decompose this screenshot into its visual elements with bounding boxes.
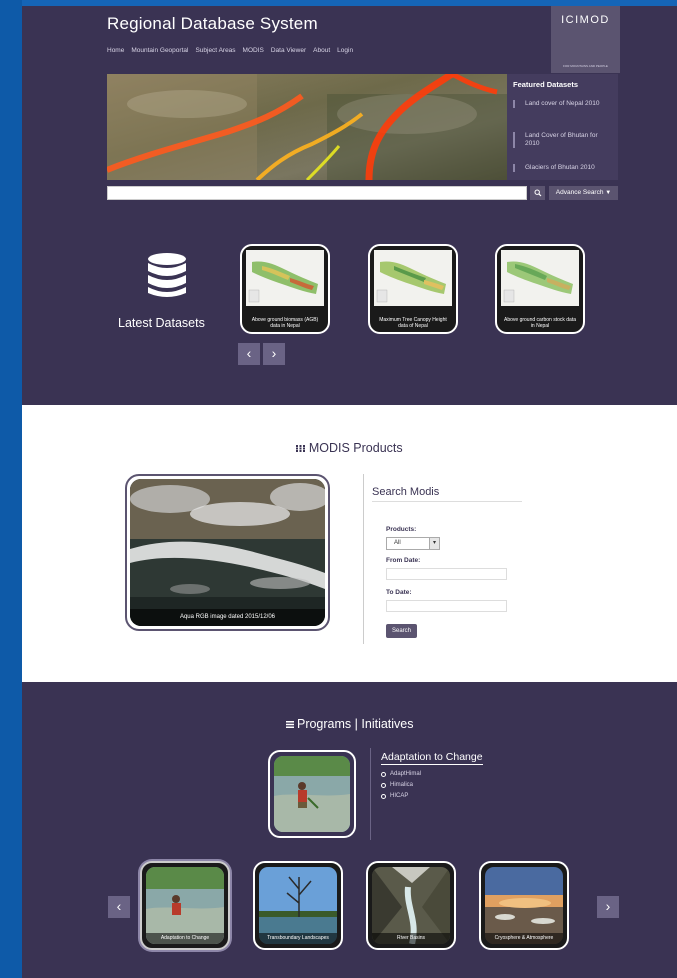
to-date-label: To Date: bbox=[386, 589, 412, 596]
program-card-caption: Adaptation to Change bbox=[146, 933, 224, 944]
programs-divider bbox=[370, 748, 371, 840]
nav-home[interactable]: Home bbox=[107, 47, 124, 54]
modis-satellite-image: Aqua RGB image dated 2015/12/06 bbox=[130, 479, 325, 626]
advance-search-button[interactable]: Advance Search ▼ bbox=[549, 186, 618, 200]
circle-bullet-icon bbox=[381, 771, 386, 777]
list-icon bbox=[285, 721, 294, 729]
program-bullet-label: Himalica bbox=[390, 782, 414, 788]
modis-products-title: MODIS Products bbox=[22, 441, 677, 455]
site-title[interactable]: Regional Database System bbox=[107, 14, 318, 34]
from-date-input[interactable] bbox=[386, 568, 507, 580]
program-card[interactable]: Cryosphere & Atmosphere bbox=[479, 861, 569, 950]
dataset-card[interactable]: Above ground biomass (AGB) data in Nepal bbox=[240, 244, 330, 334]
latest-prev-button[interactable]: ‹ bbox=[238, 343, 260, 365]
nav-data-viewer[interactable]: Data Viewer bbox=[271, 47, 306, 54]
search-modis-underline bbox=[372, 501, 522, 502]
dataset-card[interactable]: Maximum Tree Canopy Height data of Nepal bbox=[368, 244, 458, 334]
programs-prev-button[interactable]: ‹ bbox=[108, 896, 130, 918]
featured-datasets-panel: Featured Datasets Land cover of Nepal 20… bbox=[507, 74, 618, 180]
chevron-left-icon: ‹ bbox=[246, 345, 252, 361]
main-nav: Home Mountain Geoportal Subject Areas MO… bbox=[107, 47, 353, 54]
grid-icon bbox=[296, 445, 306, 453]
dataset-map-thumbnail bbox=[501, 250, 579, 306]
products-select[interactable]: All ▾ bbox=[386, 537, 440, 550]
dataset-caption: Maximum Tree Canopy Height data of Nepal bbox=[379, 317, 447, 329]
modis-title-text: MODIS Products bbox=[308, 441, 403, 455]
featured-item[interactable]: Glaciers of Bhutan 2010 bbox=[513, 164, 613, 172]
program-bullet-label: AdaptHimal bbox=[390, 771, 422, 777]
featured-program-title[interactable]: Adaptation to Change bbox=[381, 751, 483, 765]
products-label: Products: bbox=[386, 526, 417, 533]
initiatives-title-text: Initiatives bbox=[361, 717, 414, 731]
programs-title-separator: | bbox=[354, 717, 358, 731]
chevron-right-icon: › bbox=[271, 345, 277, 361]
programs-next-button[interactable]: › bbox=[597, 896, 619, 918]
from-date-label: From Date: bbox=[386, 557, 421, 564]
logo-text: ICIMOD bbox=[561, 14, 610, 26]
modis-image-frame[interactable]: Aqua RGB image dated 2015/12/06 bbox=[125, 474, 330, 631]
modis-divider bbox=[363, 474, 364, 644]
program-bullet-item[interactable]: HICAP bbox=[381, 793, 408, 799]
dataset-card[interactable]: Above ground carbon stock data in Nepal bbox=[495, 244, 585, 334]
chevron-left-icon: ‹ bbox=[116, 898, 122, 914]
circle-bullet-icon bbox=[381, 782, 386, 788]
program-bullet-label: HICAP bbox=[390, 793, 409, 799]
featured-datasets-title: Featured Datasets bbox=[513, 80, 579, 89]
program-card-caption: Cryosphere & Atmosphere bbox=[485, 933, 563, 944]
nav-about[interactable]: About bbox=[313, 47, 330, 54]
dataset-map-thumbnail bbox=[246, 250, 324, 306]
featured-item[interactable]: Land cover of Nepal 2010 bbox=[513, 100, 613, 108]
program-card[interactable]: River Basins bbox=[366, 861, 456, 950]
search-button[interactable] bbox=[530, 186, 545, 200]
nav-subject-areas[interactable]: Subject Areas bbox=[195, 47, 235, 54]
nav-modis[interactable]: MODIS bbox=[243, 47, 264, 54]
program-card-caption: River Basins bbox=[372, 933, 450, 944]
search-input[interactable] bbox=[107, 186, 527, 200]
database-icon bbox=[148, 253, 186, 297]
dataset-caption: Above ground carbon stock data in Nepal bbox=[504, 317, 576, 329]
chevron-right-icon: › bbox=[605, 898, 611, 914]
chevron-down-icon: ▼ bbox=[605, 190, 612, 196]
latest-next-button[interactable]: › bbox=[263, 343, 285, 365]
to-date-input[interactable] bbox=[386, 600, 507, 612]
icimod-logo[interactable]: ICIMOD FOR MOUNTAINS AND PEOPLE bbox=[551, 6, 620, 73]
nav-login[interactable]: Login bbox=[337, 47, 353, 54]
search-modis-title: Search Modis bbox=[372, 486, 440, 498]
products-selected-value: All bbox=[394, 540, 401, 546]
modis-image-caption: Aqua RGB image dated 2015/12/06 bbox=[130, 609, 325, 626]
logo-subtext: FOR MOUNTAINS AND PEOPLE bbox=[563, 64, 608, 68]
search-icon bbox=[534, 189, 541, 197]
program-card[interactable]: Adaptation to Change bbox=[140, 861, 230, 950]
nav-mountain-geoportal[interactable]: Mountain Geoportal bbox=[131, 47, 188, 54]
circle-bullet-icon bbox=[381, 793, 386, 799]
dataset-map-thumbnail bbox=[374, 250, 452, 306]
modis-search-button[interactable]: Search bbox=[386, 624, 417, 638]
advance-search-label: Advance Search bbox=[555, 189, 604, 196]
programs-title-text: Programs bbox=[296, 717, 352, 731]
hero-map-image bbox=[107, 74, 507, 180]
featured-item[interactable]: Land Cover of Bhutan for 2010 bbox=[513, 132, 613, 148]
chevron-down-icon: ▾ bbox=[429, 538, 439, 549]
page-frame: Regional Database System Home Mountain G… bbox=[22, 0, 677, 978]
program-card-caption: Transboundary Landscapes bbox=[259, 933, 337, 944]
program-bullet-item[interactable]: Himalica bbox=[381, 782, 413, 788]
featured-program-image[interactable] bbox=[268, 750, 356, 838]
latest-datasets-label: Latest Datasets bbox=[118, 316, 205, 330]
program-card[interactable]: Transboundary Landscapes bbox=[253, 861, 343, 950]
program-bullet-item[interactable]: AdaptHimal bbox=[381, 771, 421, 777]
programs-initiatives-title: Programs | Initiatives bbox=[22, 717, 677, 731]
dataset-caption: Above ground biomass (AGB) data in Nepal bbox=[251, 317, 319, 329]
